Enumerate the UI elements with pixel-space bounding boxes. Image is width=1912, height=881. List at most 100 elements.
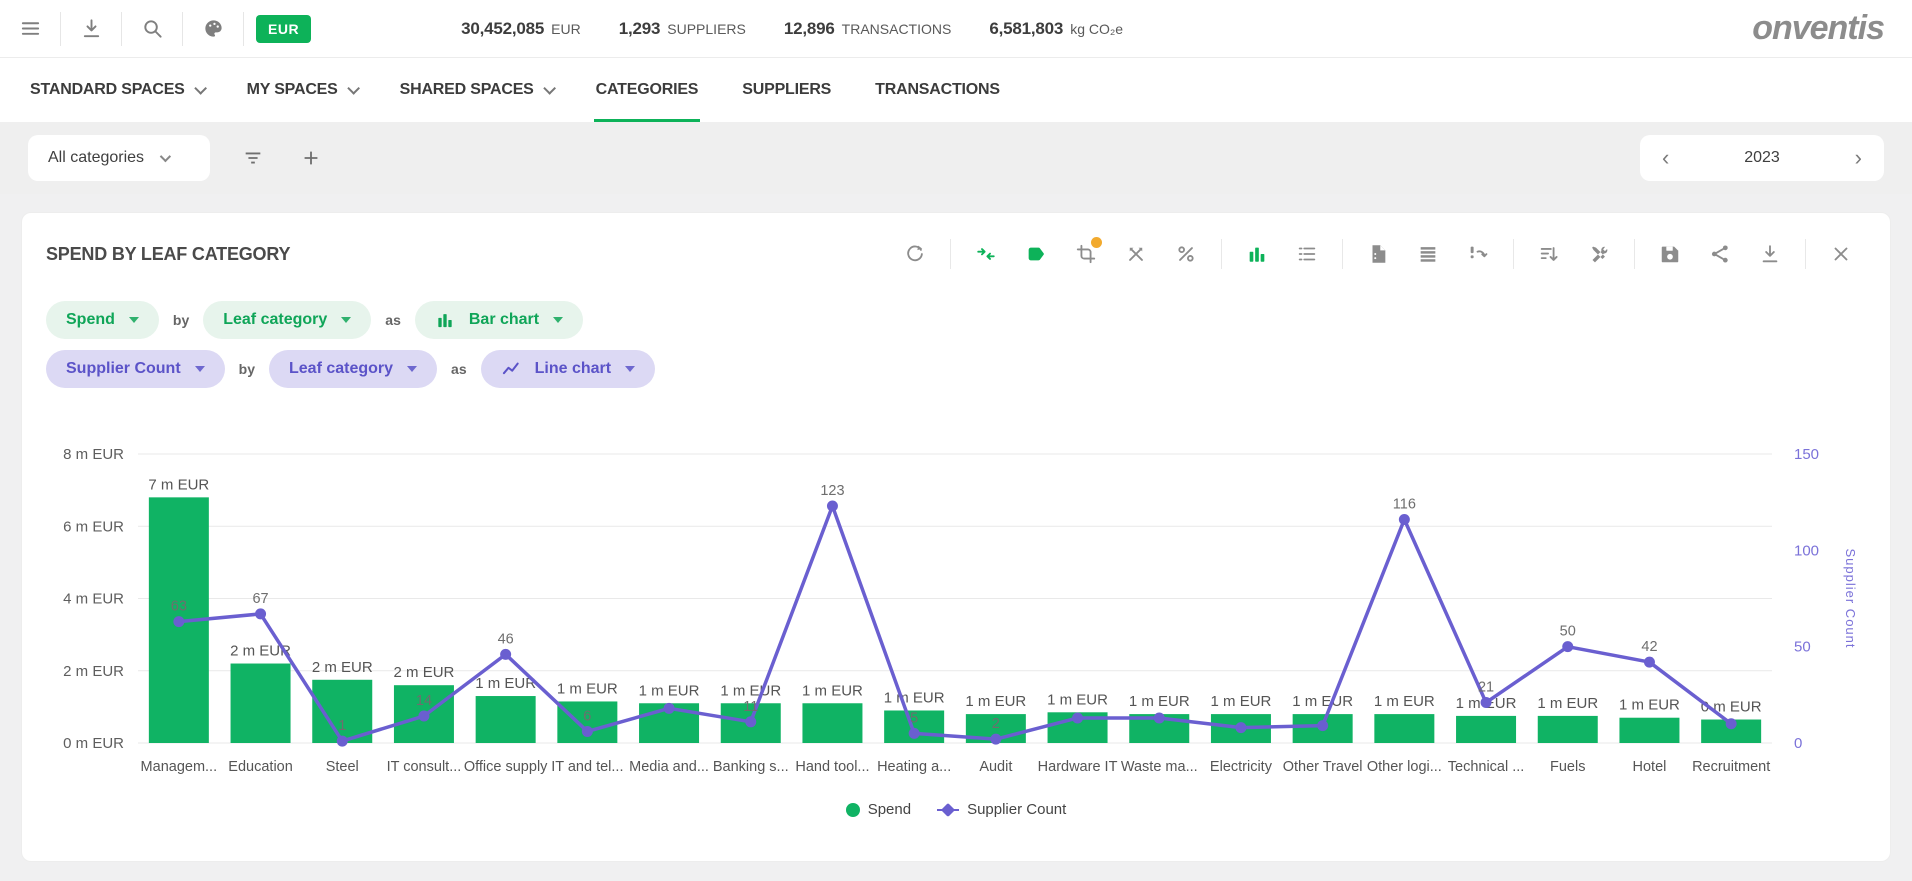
bar-chart-button[interactable]: [1232, 232, 1282, 276]
main-navigation: STANDARD SPACES MY SPACES SHARED SPACES CAT…: [0, 58, 1912, 122]
left-axis-tick: 2 m EUR: [63, 663, 124, 680]
palette-button[interactable]: [183, 0, 243, 58]
year-prev-button[interactable]: ‹: [1658, 147, 1673, 169]
percent-icon: [1175, 243, 1197, 265]
no-stack-button[interactable]: [1111, 232, 1161, 276]
tag-button[interactable]: [1011, 232, 1061, 276]
tab-standard-spaces[interactable]: STANDARD SPACES: [30, 58, 203, 122]
kpi-value: 6,581,803: [989, 19, 1063, 39]
year-next-button[interactable]: ›: [1851, 147, 1866, 169]
filter-button[interactable]: [224, 129, 282, 187]
add-widget-button[interactable]: [282, 129, 340, 187]
line-point: [1562, 641, 1573, 652]
search-icon: [141, 17, 164, 40]
tab-suppliers[interactable]: SUPPLIERS: [742, 58, 831, 122]
caret-down-icon: [195, 366, 205, 372]
line-point: [255, 608, 266, 619]
close-button[interactable]: [1816, 232, 1866, 276]
caret-down-icon: [407, 366, 417, 372]
category-label: Audit: [979, 759, 1012, 775]
divider: [950, 239, 951, 269]
close-icon: [1830, 243, 1852, 265]
category-label: Other logi...: [1367, 759, 1442, 775]
dimension-select[interactable]: Leaf category: [203, 301, 371, 339]
kpi-stat: 1,293SUPPLIERS: [619, 19, 746, 39]
right-axis-tick: 0: [1794, 735, 1802, 752]
file-button[interactable]: [1353, 232, 1403, 276]
list-button[interactable]: [1282, 232, 1332, 276]
search-button[interactable]: [122, 0, 182, 58]
bar-value-label: 1 m EUR: [557, 680, 618, 697]
sort-desc-button[interactable]: [1524, 232, 1574, 276]
category-label: Education: [228, 759, 293, 775]
download-icon: [1759, 243, 1781, 265]
download-button[interactable]: [61, 0, 121, 58]
dimension-select[interactable]: Leaf category: [269, 350, 437, 388]
category-label: Office supply: [464, 759, 548, 775]
arrows-join-icon: [975, 243, 997, 265]
line-point: [1317, 720, 1328, 731]
pivot-button[interactable]: [1453, 232, 1503, 276]
chart-type-select[interactable]: Line chart: [481, 350, 655, 388]
tab-categories[interactable]: CATEGORIES: [596, 58, 699, 122]
year-selector: ‹ 2023 ›: [1640, 135, 1884, 181]
connector-label: as: [385, 312, 401, 328]
right-axis-tick: 100: [1794, 542, 1819, 559]
download-button[interactable]: [1745, 232, 1795, 276]
currency-badge[interactable]: EUR: [256, 15, 311, 43]
chart-config-rows: SpendbyLeaf categoryasBar chartSupplier …: [46, 301, 1866, 388]
panel-title: SPEND BY LEAF CATEGORY: [46, 244, 290, 265]
bar-value-label: 1 m EUR: [1047, 691, 1108, 708]
tools-button[interactable]: [1574, 232, 1624, 276]
tag-icon: [1025, 243, 1047, 265]
right-axis-tick: 150: [1794, 446, 1819, 463]
percent-button[interactable]: [1161, 232, 1211, 276]
category-label: Heating a...: [877, 759, 951, 775]
line-value-label: 2: [992, 716, 1000, 732]
category-label: Banking s...: [713, 759, 789, 775]
measure-select[interactable]: Supplier Count: [46, 350, 225, 388]
tab-transactions[interactable]: TRANSACTIONS: [875, 58, 1000, 122]
left-axis-tick: 0 m EUR: [63, 735, 124, 752]
legend-label: Supplier Count: [967, 801, 1066, 818]
save-icon: [1659, 243, 1681, 265]
crop-button[interactable]: [1061, 232, 1111, 276]
category-select[interactable]: All categories: [28, 135, 210, 181]
category-label: Waste ma...: [1121, 759, 1198, 775]
caret-down-icon: [553, 317, 563, 323]
share-button[interactable]: [1695, 232, 1745, 276]
bar-line-chart: 8 m EUR6 m EUR4 m EUR2 m EUR0 m EUR15010…: [46, 414, 1866, 786]
refresh-button[interactable]: [890, 232, 940, 276]
line-point: [337, 736, 348, 747]
dimension-select-label: Leaf category: [289, 360, 393, 378]
pivot-icon: [1467, 243, 1489, 265]
menu-button[interactable]: [0, 0, 60, 58]
download-icon: [80, 17, 103, 40]
legend-item-supplier-count[interactable]: Supplier Count: [937, 801, 1066, 818]
line-value-label: 5: [910, 710, 918, 726]
line-value-label: 63: [171, 599, 187, 615]
caret-down-icon: [625, 366, 635, 372]
category-label: Hardware IT: [1038, 759, 1118, 775]
kpi-value: 30,452,085: [461, 19, 544, 39]
bar-value-label: 1 m EUR: [639, 682, 700, 699]
chart-type-select[interactable]: Bar chart: [415, 301, 583, 339]
category-label: Technical ...: [1448, 759, 1525, 775]
tab-my-spaces[interactable]: MY SPACES: [247, 58, 356, 122]
tab-shared-spaces[interactable]: SHARED SPACES: [400, 58, 552, 122]
measure-select[interactable]: Spend: [46, 301, 159, 339]
bar-value-label: 1 m EUR: [1537, 695, 1598, 712]
line-point: [827, 501, 838, 512]
sort-desc-icon: [1538, 243, 1560, 265]
bar-Fuels: [1538, 716, 1598, 743]
connector-label: as: [451, 361, 467, 377]
rows-button[interactable]: [1403, 232, 1453, 276]
line-value-label: 11: [743, 699, 758, 715]
line-point: [745, 716, 756, 727]
save-button[interactable]: [1645, 232, 1695, 276]
legend-item-spend[interactable]: Spend: [846, 801, 911, 818]
bar-chart-icon: [435, 310, 455, 330]
top-header: EUR 30,452,085EUR1,293SUPPLIERS12,896TRA…: [0, 0, 1912, 58]
category-label: Hotel: [1633, 759, 1667, 775]
arrows-join-button[interactable]: [961, 232, 1011, 276]
